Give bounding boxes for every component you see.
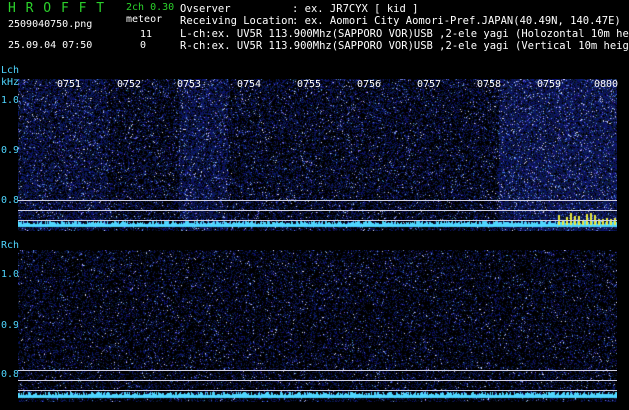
time-tick-label: 0758 xyxy=(477,79,502,90)
rch-ytick-3: 0.8 xyxy=(1,369,20,380)
location-value: : ex. Aomori City Aomori-Pref.JAPAN(40.4… xyxy=(292,15,621,27)
observer-label: Ovserver xyxy=(180,3,231,15)
lch-marker-line-2 xyxy=(18,210,617,211)
time-tick-label: 0752 xyxy=(117,79,142,90)
time-tick-label: 0756 xyxy=(357,79,382,90)
filename: 2509040750.png xyxy=(8,19,93,30)
lch-unit: kHz xyxy=(1,77,20,88)
lch-config: L-ch:ex. UV5R 113.900Mhz(SAPPORO VOR)USB… xyxy=(180,28,629,40)
time-tick-label: 0754 xyxy=(237,79,262,90)
time-tick-label: 0757 xyxy=(417,79,442,90)
lch-ytick-1: 1.0 xyxy=(1,95,20,106)
rch-ytick-2: 0.9 xyxy=(1,320,20,331)
time-tick-label: 0753 xyxy=(177,79,202,90)
time-tick-label: 0800 xyxy=(594,79,619,90)
rch-label: Rch xyxy=(1,240,20,251)
rch-marker-line-1 xyxy=(18,370,617,371)
app-version: 2ch 0.30 xyxy=(126,2,175,13)
lch-waterfall xyxy=(18,79,617,231)
count-lch: 11 xyxy=(140,29,153,40)
lch-ytick-2: 0.9 xyxy=(1,145,20,156)
rch-marker-line-2 xyxy=(18,380,617,381)
time-tick-label: 0751 xyxy=(57,79,82,90)
time-tick-label: 0759 xyxy=(537,79,562,90)
count-rch: 0 xyxy=(140,40,147,51)
rch-ytick-1: 1.0 xyxy=(1,269,20,280)
mode-label: meteor xyxy=(126,14,163,25)
time-tick-label: 0755 xyxy=(297,79,322,90)
app-logo: H R O F F T xyxy=(8,1,106,16)
rch-config: R-ch:ex. UV5R 113.900Mhz(SAPPORO VOR)USB… xyxy=(180,40,629,52)
rch-marker-line-3 xyxy=(18,390,617,391)
location-label: Receiving Location xyxy=(180,15,294,27)
lch-marker-line-1 xyxy=(18,200,617,201)
observer-value: : ex. JR7CYX [ kid ] xyxy=(292,3,419,15)
lch-marker-line-3 xyxy=(18,220,617,221)
datetime: 25.09.04 07:50 xyxy=(8,40,93,51)
lch-ytick-3: 0.8 xyxy=(1,195,20,206)
lch-label: Lch xyxy=(1,65,20,76)
